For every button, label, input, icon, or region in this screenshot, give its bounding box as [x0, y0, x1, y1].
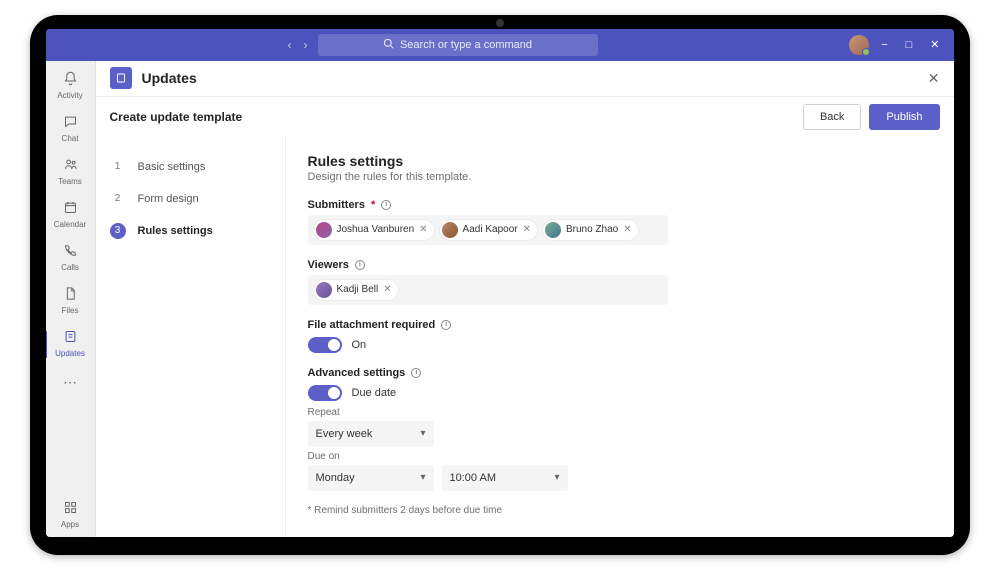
rail-item-apps[interactable]: Apps — [46, 494, 96, 537]
person-chip: Joshua Vanburen ✕ — [314, 220, 434, 240]
rail-item-updates[interactable]: Updates — [46, 323, 96, 366]
info-icon[interactable]: i — [355, 260, 365, 270]
rail-item-files[interactable]: Files — [46, 280, 96, 323]
person-chip: Aadi Kapoor ✕ — [440, 220, 537, 240]
reminder-footnote: * Remind submitters 2 days before due ti… — [308, 505, 932, 516]
rail-item-calls[interactable]: Calls — [46, 237, 96, 280]
minimize-icon[interactable]: − — [875, 35, 893, 55]
avatar-icon — [442, 222, 458, 238]
presence-indicator — [862, 48, 870, 56]
subheader-title: Create update template — [110, 110, 243, 124]
file-attachment-state: On — [352, 339, 367, 351]
rail-item-activity[interactable]: Activity — [46, 65, 96, 108]
nav-forward-icon[interactable]: › — [300, 34, 312, 56]
apps-icon — [46, 500, 96, 519]
search-input[interactable]: Search or type a command — [318, 34, 598, 56]
person-chip: Bruno Zhao ✕ — [543, 220, 638, 240]
person-chip: Kadji Bell ✕ — [314, 280, 398, 300]
due-date-label: Due date — [352, 387, 397, 399]
avatar-icon — [545, 222, 561, 238]
info-icon[interactable]: i — [381, 200, 391, 210]
required-asterisk: * — [371, 199, 375, 211]
chevron-down-icon: ▾ — [420, 428, 425, 439]
rail-more-icon[interactable]: ⋯ — [46, 366, 96, 399]
remove-chip-icon[interactable]: ✕ — [383, 284, 391, 295]
bell-icon — [46, 71, 96, 90]
file-attachment-label: File attachment required i — [308, 319, 932, 331]
search-placeholder: Search or type a command — [400, 39, 532, 51]
app-header: Updates ✕ — [96, 61, 954, 97]
avatar-icon — [316, 222, 332, 238]
submitters-label: Submitters * i — [308, 199, 932, 211]
step-form-design[interactable]: 2 Form design — [108, 183, 273, 215]
maximize-icon[interactable]: □ — [900, 35, 919, 55]
nav-back-icon[interactable]: ‹ — [284, 34, 296, 56]
user-avatar[interactable] — [849, 35, 869, 55]
remove-chip-icon[interactable]: ✕ — [523, 224, 531, 235]
rail-item-chat[interactable]: Chat — [46, 108, 96, 151]
viewers-input[interactable]: Kadji Bell ✕ — [308, 275, 668, 305]
info-icon[interactable]: i — [441, 320, 451, 330]
remove-chip-icon[interactable]: ✕ — [623, 224, 631, 235]
chevron-down-icon: ▾ — [554, 472, 559, 483]
file-attachment-toggle[interactable] — [308, 337, 342, 353]
chevron-down-icon: ▾ — [420, 472, 425, 483]
rail-item-teams[interactable]: Teams — [46, 151, 96, 194]
repeat-label: Repeat — [308, 407, 932, 418]
updates-app-icon — [110, 67, 132, 89]
step-basic-settings[interactable]: 1 Basic settings — [108, 151, 273, 183]
rail-item-calendar[interactable]: Calendar — [46, 194, 96, 237]
rules-panel: Rules settings Design the rules for this… — [286, 137, 954, 537]
chat-icon — [46, 114, 96, 133]
search-icon — [383, 38, 394, 52]
sub-header: Create update template Back Publish — [96, 97, 954, 137]
calendar-icon — [46, 200, 96, 219]
repeat-select[interactable]: Every week ▾ — [308, 421, 434, 447]
submitters-input[interactable]: Joshua Vanburen ✕ Aadi Kapoor ✕ Bruno Zh… — [308, 215, 668, 245]
phone-icon — [46, 243, 96, 262]
steps-nav: 1 Basic settings 2 Form design 3 Rules s… — [96, 137, 286, 537]
close-icon[interactable]: ✕ — [924, 34, 945, 55]
teams-icon — [46, 157, 96, 176]
panel-subtitle: Design the rules for this template. — [308, 171, 932, 183]
remove-chip-icon[interactable]: ✕ — [419, 224, 427, 235]
dueon-time-select[interactable]: 10:00 AM ▾ — [442, 465, 568, 491]
step-rules-settings[interactable]: 3 Rules settings — [108, 215, 273, 247]
dueon-day-select[interactable]: Monday ▾ — [308, 465, 434, 491]
due-date-toggle[interactable] — [308, 385, 342, 401]
app-close-icon[interactable]: ✕ — [928, 70, 940, 87]
updates-icon — [46, 329, 96, 348]
app-rail: Activity Chat Teams — [46, 61, 96, 537]
panel-heading: Rules settings — [308, 153, 932, 169]
app-title: Updates — [142, 70, 197, 86]
file-icon — [46, 286, 96, 305]
titlebar: ‹ › Search or type a command − □ ✕ — [46, 29, 954, 61]
viewers-label: Viewers i — [308, 259, 932, 271]
dueon-label: Due on — [308, 451, 932, 462]
advanced-settings-label: Advanced settings i — [308, 367, 932, 379]
back-button[interactable]: Back — [803, 104, 861, 130]
avatar-icon — [316, 282, 332, 298]
publish-button[interactable]: Publish — [869, 104, 939, 130]
info-icon[interactable]: i — [411, 368, 421, 378]
